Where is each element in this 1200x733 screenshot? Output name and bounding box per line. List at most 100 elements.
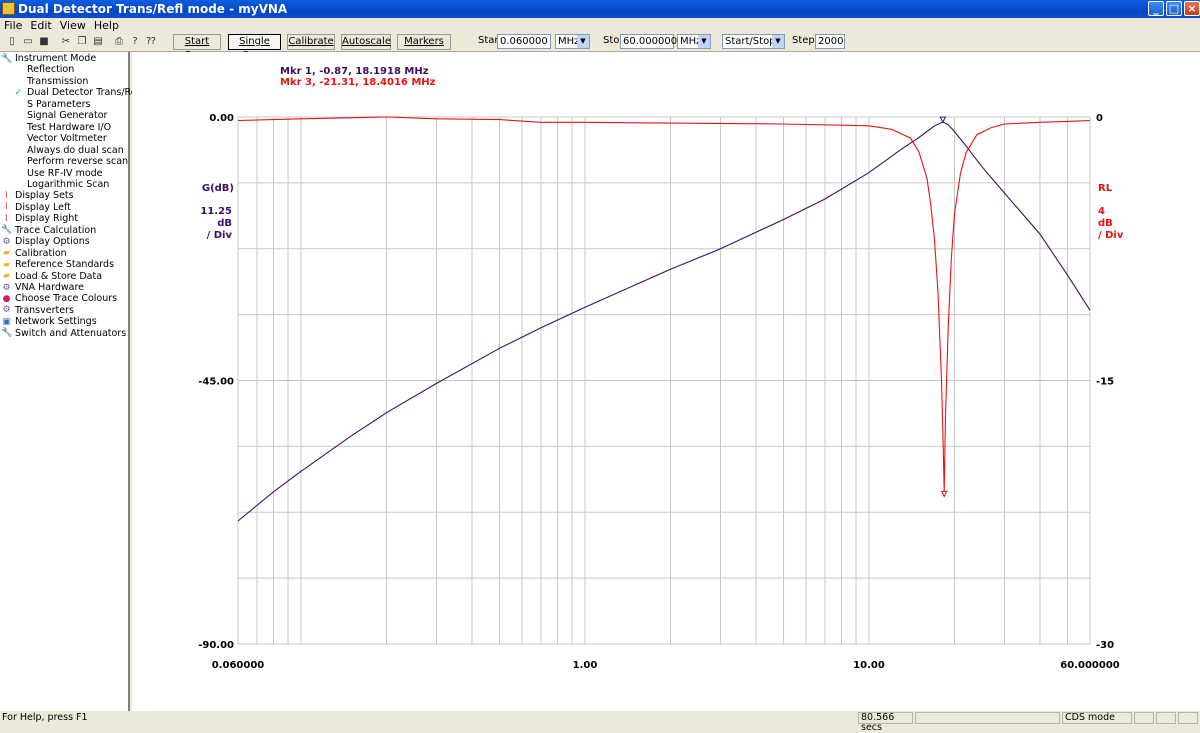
open-folder-icon[interactable]: ▭	[22, 36, 34, 48]
right-axis-tick-label: -15	[1096, 377, 1114, 388]
network-icon: ▣	[2, 316, 11, 327]
tree-item[interactable]: ▰ Reference Standards	[1, 259, 114, 270]
right-axis-scale: 4	[1098, 206, 1105, 217]
status-pane-num	[1156, 712, 1176, 724]
tree-item-label: Dual Detector Trans/Refl	[27, 87, 143, 99]
tree-item-label: Display Options	[15, 236, 90, 248]
tree-item[interactable]: Reflection	[13, 64, 74, 75]
left-axis-unit: dB	[217, 218, 232, 229]
start-scan-button[interactable]: Start Scan	[173, 34, 221, 61]
new-file-icon[interactable]: ▯	[6, 36, 18, 48]
toolbar: ▯ ▭ ■ ✂ ❐ ▤ ⎙ ? ⁇ Start Scan Single Scan…	[0, 33, 1200, 61]
tree-item[interactable]: Logarithmic Scan	[13, 179, 109, 190]
tree-item-spacer	[13, 168, 24, 178]
window-titlebar: Dual Detector Trans/Refl mode - myVNA _ …	[0, 0, 1200, 18]
right-axis-unit: dB	[1098, 218, 1113, 229]
tree-item[interactable]: ⚙ Transverters	[1, 304, 74, 316]
left-axis-per-div: / Div	[207, 230, 233, 241]
tree-item-label: Transverters	[15, 304, 74, 316]
tree-item[interactable]: S Parameters	[13, 99, 90, 110]
help-icon[interactable]: ?	[129, 36, 141, 48]
menu-file[interactable]: File	[0, 18, 26, 33]
close-button[interactable]: ×	[1184, 1, 1200, 16]
tree-item[interactable]: ⌇ Display Right	[1, 213, 78, 224]
menu-help[interactable]: Help	[90, 18, 123, 33]
tree-item[interactable]: Always do dual scan	[13, 145, 124, 156]
status-bar: For Help, press F1 80.566 secs CDS mode	[0, 711, 1200, 733]
paste-icon[interactable]: ▤	[92, 36, 104, 48]
calibrate-button[interactable]: Calibrate	[287, 34, 335, 50]
tree-item-label: Reflection	[27, 64, 75, 76]
tree-item[interactable]: ▰ Calibration	[1, 248, 67, 259]
tree-item-label: Always do dual scan	[27, 144, 124, 156]
single-scan-button[interactable]: Single Scan	[228, 34, 281, 61]
range-mode-select[interactable]: Start/Stop ▼	[722, 34, 785, 49]
marker-3-triangle	[940, 490, 948, 498]
status-help-text: For Help, press F1	[2, 712, 88, 723]
tree-item-spacer	[13, 157, 24, 167]
tree-item[interactable]: ⚙ VNA Hardware	[1, 282, 84, 293]
markers-button[interactable]: Markers	[397, 34, 451, 50]
maximize-button[interactable]: □	[1166, 1, 1182, 16]
stop-unit-select[interactable]: MHz ▼	[677, 34, 711, 49]
tree-item-spacer	[13, 99, 24, 109]
tree-item[interactable]: ✓ Dual Detector Trans/Refl	[13, 87, 143, 98]
tree-item[interactable]: Transmission	[13, 76, 88, 87]
tree-item[interactable]: Vector Voltmeter	[13, 133, 107, 144]
minimize-button[interactable]: _	[1148, 1, 1164, 16]
x-axis-tick-label: 60.000000	[1060, 660, 1120, 671]
tree-item[interactable]: ⌇ Display Sets	[1, 190, 73, 201]
tree-item-label: Vector Voltmeter	[27, 133, 107, 145]
tree-item-label: Load & Store Data	[15, 270, 103, 282]
tree-item[interactable]: Signal Generator	[13, 110, 107, 121]
tree-item-label: Display Right	[15, 213, 79, 225]
range-mode-value: Start/Stop	[725, 36, 776, 47]
cut-icon[interactable]: ✂	[60, 36, 72, 48]
tree-item[interactable]: 🔧 Instrument Mode	[1, 53, 96, 64]
x-axis-tick-label: 0.060000	[212, 660, 265, 671]
chart-svg: Mkr 1, -0.87, 18.1918 MHzMkr 3, -21.31, …	[198, 66, 1124, 671]
folder-icon: ▰	[3, 248, 10, 259]
left-axis-scale: 11.25	[200, 206, 232, 217]
tree-item[interactable]: Perform reverse scan	[13, 156, 128, 167]
print-icon[interactable]: ⎙	[113, 36, 125, 48]
menu-edit[interactable]: Edit	[26, 18, 55, 33]
status-pane-caps	[1134, 712, 1154, 724]
tree-item-label: Signal Generator	[27, 110, 108, 122]
tree-item-label: Use RF-IV mode	[27, 167, 103, 179]
menu-view[interactable]: View	[56, 18, 90, 33]
copy-icon[interactable]: ❐	[76, 36, 88, 48]
chevron-down-icon: ▼	[772, 35, 784, 48]
left-axis-tick-label: 0.00	[209, 113, 234, 124]
marker-1-triangle	[939, 116, 947, 124]
tree-item-label: Network Settings	[15, 316, 97, 328]
autoscale-button[interactable]: Autoscale	[341, 34, 391, 50]
tree-item[interactable]: ▰ Load & Store Data	[1, 271, 102, 282]
context-help-icon[interactable]: ⁇	[145, 36, 157, 48]
tree-item-label: Display Left	[15, 201, 71, 213]
tree-item-label: Calibration	[15, 247, 67, 259]
start-frequency-input[interactable]: 0.060000	[497, 34, 551, 49]
tree-item[interactable]: 🔧 Trace Calculation	[1, 225, 96, 236]
gear-icon: ⚙	[2, 305, 11, 316]
tree-item-label: Test Hardware I/O	[27, 121, 112, 133]
tree-item[interactable]: ⚙ Display Options	[1, 236, 90, 248]
tree-item[interactable]: Test Hardware I/O	[13, 122, 111, 133]
tree-item[interactable]: 🔧 Switch and Attenuators	[1, 328, 126, 339]
save-icon[interactable]: ■	[38, 36, 50, 48]
steps-input[interactable]: 2000	[815, 34, 845, 49]
tree-item[interactable]: ● Choose Trace Colours	[1, 293, 118, 304]
tree-item[interactable]: ⌇ Display Left	[1, 202, 71, 213]
chevron-down-icon: ▼	[698, 35, 710, 48]
stop-frequency-input[interactable]: 60.000000	[620, 34, 677, 49]
folder-icon: ▰	[3, 259, 10, 270]
marker-3-readout: Mkr 3, -21.31, 18.4016 MHz	[280, 77, 436, 88]
tree-item[interactable]: ▣ Network Settings	[1, 316, 97, 328]
tree-item[interactable]: Use RF-IV mode	[13, 168, 103, 179]
gear-icon: ⚙	[2, 236, 11, 247]
right-axis-per-div: / Div	[1098, 230, 1124, 241]
x-axis-tick-label: 10.00	[853, 660, 885, 671]
graph-icon: ⌇	[4, 213, 9, 224]
start-unit-select[interactable]: MHz ▼	[555, 34, 590, 49]
folder-icon: ▰	[3, 271, 10, 282]
